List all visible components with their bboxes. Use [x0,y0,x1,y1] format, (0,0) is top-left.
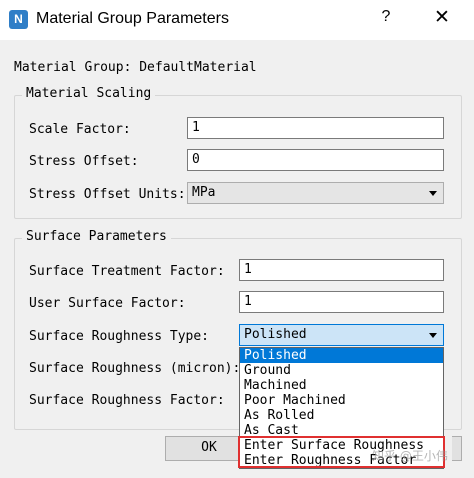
dropdown-option-polished[interactable]: Polished [240,348,443,363]
surface-treatment-factor-input[interactable]: 1 [239,259,444,281]
surface-roughness-type-select[interactable]: Polished [239,324,444,346]
surface-treatment-factor-label: Surface Treatment Factor: [29,264,225,279]
user-surface-factor-label: User Surface Factor: [29,296,186,311]
dropdown-option-machined[interactable]: Machined [240,378,443,393]
stress-offset-units-label: Stress Offset Units: [29,187,186,202]
scale-factor-label: Scale Factor: [29,122,131,137]
help-button[interactable]: ? [376,8,396,30]
chevron-down-icon [429,333,437,338]
watermark-text: 知乎 @王小伟 [372,449,448,463]
scale-factor-input[interactable]: 1 [187,117,444,139]
material-group-label: Material Group: DefaultMaterial [14,60,257,75]
close-button[interactable]: ✕ [430,6,454,32]
app-logo-icon: N [9,10,28,29]
stress-offset-units-value: MPa [192,185,216,200]
surface-parameters-title: Surface Parameters [22,229,171,244]
surface-roughness-factor-label: Surface Roughness Factor: [29,393,225,408]
dropdown-option-as-rolled[interactable]: As Rolled [240,408,443,423]
chevron-down-icon [429,191,437,196]
user-surface-factor-input[interactable]: 1 [239,291,444,313]
stress-offset-input[interactable]: 0 [187,149,444,171]
surface-roughness-micron-label: Surface Roughness (micron): [29,361,241,376]
stress-offset-units-select[interactable]: MPa [187,182,444,204]
title-bar: N Material Group Parameters ? ✕ [0,0,474,40]
dropdown-option-as-cast[interactable]: As Cast [240,423,443,438]
material-scaling-title: Material Scaling [22,86,156,101]
stress-offset-label: Stress Offset: [29,154,139,169]
dropdown-option-poor-machined[interactable]: Poor Machined [240,393,443,408]
surface-roughness-type-value: Polished [244,327,307,342]
window-title: Material Group Parameters [36,10,229,27]
surface-roughness-type-label: Surface Roughness Type: [29,329,210,344]
dropdown-option-ground[interactable]: Ground [240,363,443,378]
cancel-button[interactable] [452,436,462,461]
